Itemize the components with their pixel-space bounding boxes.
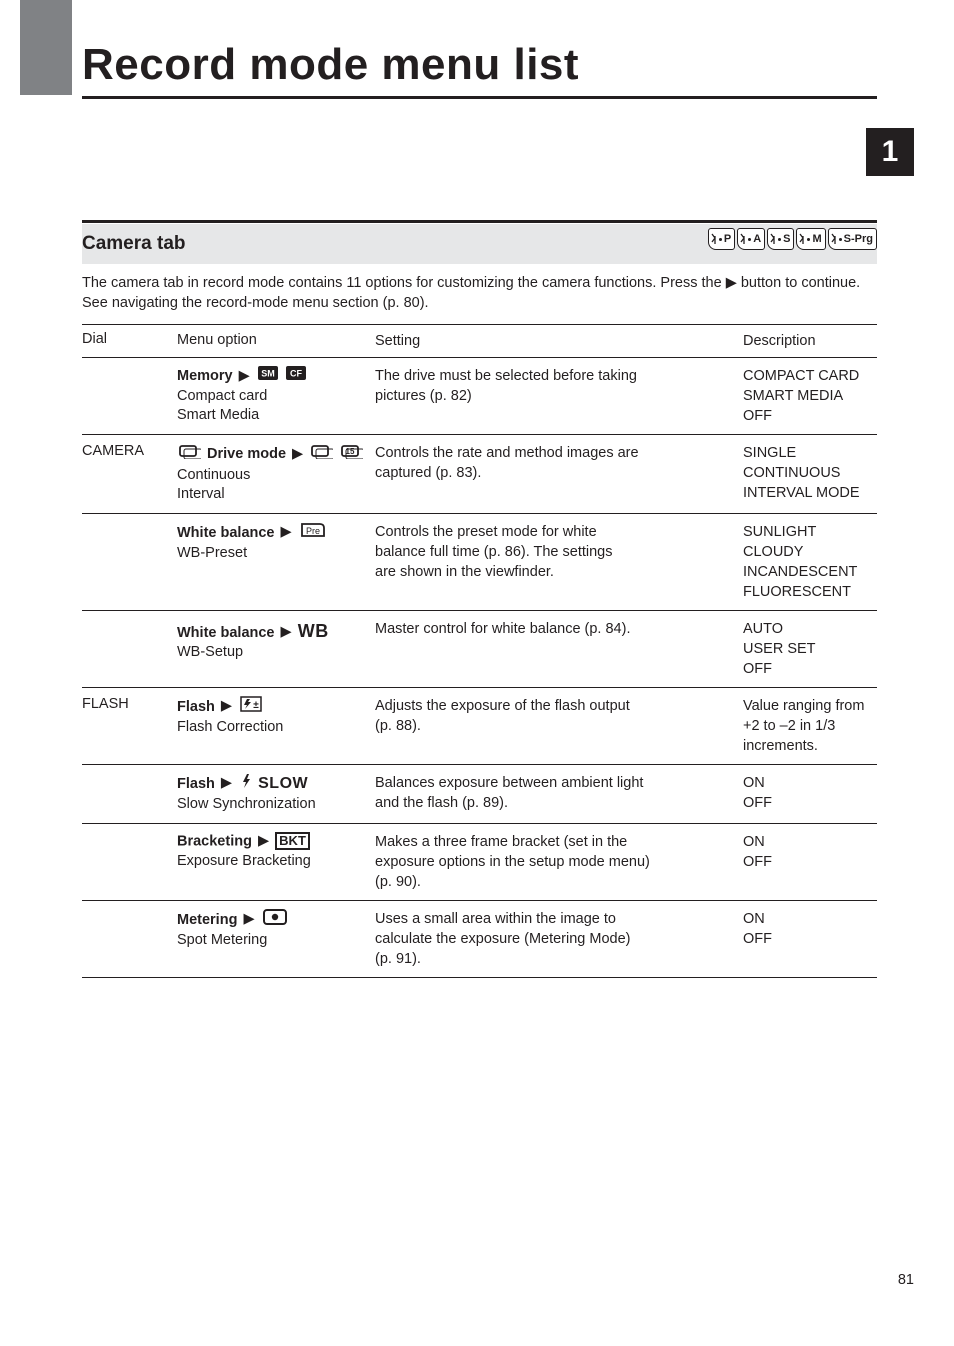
setting-cell: Uses a small area within the image to ca… (375, 901, 743, 977)
arrow-icon: ▶ (239, 367, 250, 387)
dial-cell (82, 358, 177, 434)
option-flash-corr: Flash ▶ ± Flash Correction (177, 688, 375, 764)
table-row: CAMERA Drive mode ▶ 15 Continuous Interv… (82, 434, 877, 513)
dial-flash: FLASH (82, 688, 177, 764)
desc-cell: ON OFF (743, 824, 877, 900)
camera-tab-label: Camera tab (82, 233, 186, 255)
page-number: 81 (898, 1272, 914, 1288)
arrow-icon: ▶ (292, 445, 303, 465)
setting-cell: Controls the rate and method images are … (375, 435, 743, 513)
table-row: Flash ▶ SLOW Slow Synchronization Balanc… (82, 764, 877, 823)
setting-cell: Makes a three frame bracket (set in the … (375, 824, 743, 900)
mode-badge-sprg: S-Prg (828, 228, 877, 250)
intro-paragraph: The camera tab in record mode contains 1… (82, 274, 877, 313)
desc-cell: SUNLIGHT CLOUDY INCANDESCENT FLUORESCENT (743, 514, 877, 610)
setting-cell: Master control for white balance (p. 84)… (375, 611, 743, 687)
desc-cell: SINGLE CONTINUOUS INTERVAL MODE (743, 435, 877, 513)
option-memory: Memory ▶ SM CF Compact card Smart Media (177, 358, 375, 434)
sm-icon: SM (258, 366, 278, 387)
setting-cell: The drive must be selected before taking… (375, 358, 743, 434)
option-bkt: Bracketing ▶ BKT Exposure Bracketing (177, 824, 375, 900)
dial-cell (82, 514, 177, 610)
arrow-icon: ▶ (258, 832, 269, 852)
page-title: Record mode menu list (82, 40, 579, 90)
bkt-icon: BKT (275, 832, 310, 850)
col-description: Description (743, 325, 877, 357)
col-dial: Dial (82, 325, 177, 357)
table-header-row: Dial Menu option Setting Description (82, 324, 877, 357)
mode-badge-p: P (708, 228, 735, 250)
left-margin-tab (20, 0, 72, 95)
spot-meter-icon (263, 909, 287, 932)
option-slow: Flash ▶ SLOW Slow Synchronization (177, 765, 375, 823)
desc-cell: AUTO USER SET OFF (743, 611, 877, 687)
chapter-number-badge: 1 (866, 128, 914, 176)
option-wb-setup: White balance ▶ WB WB-Setup (177, 611, 375, 687)
dial-cell (82, 824, 177, 900)
option-wb-preset: White balance ▶ Pre WB-Preset (177, 514, 375, 610)
single-frame-icon (179, 443, 201, 466)
pre-icon: Pre (300, 522, 326, 545)
svg-text:CF: CF (290, 369, 302, 379)
arrow-icon: ▶ (243, 910, 254, 930)
setting-cell: Adjusts the exposure of the flash output… (375, 688, 743, 764)
desc-cell: Value ranging from +2 to –2 in 1/3 incre… (743, 688, 877, 764)
col-setting: Setting (375, 325, 743, 357)
col-menu-option: Menu option (177, 325, 375, 357)
dial-cell (82, 901, 177, 977)
mode-badge-a: A (737, 228, 765, 250)
wb-icon: WB (298, 621, 329, 641)
arrow-icon: ▶ (221, 697, 232, 717)
table-row: White balance ▶ WB WB-Setup Master contr… (82, 610, 877, 687)
dial-camera: CAMERA (82, 435, 177, 513)
svg-text:Pre: Pre (306, 526, 320, 536)
option-drive: Drive mode ▶ 15 Continuous Interval (177, 435, 375, 513)
continuous-icon (311, 443, 333, 466)
table-row: Metering ▶ Spot Metering Uses a small ar… (82, 900, 877, 978)
desc-cell: COMPACT CARD SMART MEDIA OFF (743, 358, 877, 434)
table-row: FLASH Flash ▶ ± Flash Correction Adjusts… (82, 687, 877, 764)
mode-badges: P A S M S-Prg (708, 228, 877, 250)
table-row: White balance ▶ Pre WB-Preset Controls t… (82, 513, 877, 610)
title-rule (82, 96, 877, 99)
svg-text:±: ± (253, 700, 259, 711)
option-spot: Metering ▶ Spot Metering (177, 901, 375, 977)
mode-badge-s: S (767, 228, 794, 250)
arrow-icon: ▶ (221, 774, 232, 794)
svg-text:SM: SM (261, 369, 275, 379)
arrow-icon: ▶ (281, 623, 292, 643)
dial-cell (82, 765, 177, 823)
slow-text-icon: SLOW (258, 775, 308, 792)
table-row: Memory ▶ SM CF Compact card Smart Media … (82, 357, 877, 434)
svg-text:15: 15 (346, 447, 355, 456)
camera-tab-header: Camera tab P A S M S-Prg (82, 224, 877, 264)
setting-cell: Balances exposure between ambient light … (375, 765, 743, 823)
mode-badge-m: M (796, 228, 825, 250)
dial-cell (82, 611, 177, 687)
setting-cell: Controls the preset mode for white balan… (375, 514, 743, 610)
subtitle-rule (82, 220, 877, 223)
table-row: Bracketing ▶ BKT Exposure Bracketing Mak… (82, 823, 877, 900)
interval-icon: 15 (341, 443, 363, 466)
menu-table: Dial Menu option Setting Description Mem… (82, 324, 877, 978)
desc-cell: ON OFF (743, 765, 877, 823)
flash-correction-icon: ± (240, 696, 262, 719)
flash-bolt-icon (240, 773, 252, 796)
desc-cell: ON OFF (743, 901, 877, 977)
cf-icon: CF (286, 366, 306, 387)
arrow-icon: ▶ (281, 523, 292, 543)
